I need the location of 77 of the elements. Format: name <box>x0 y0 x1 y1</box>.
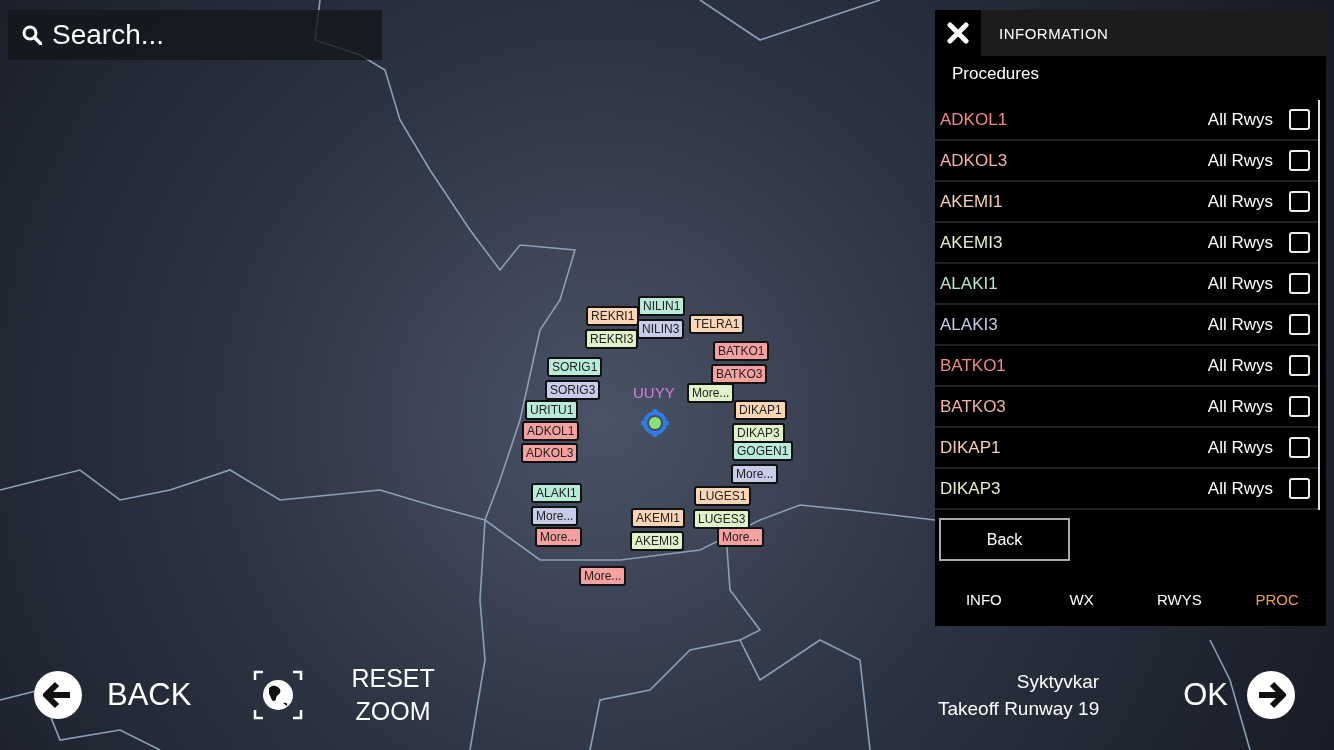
procedure-checkbox[interactable] <box>1289 273 1310 294</box>
globe-icon <box>253 670 304 720</box>
runway-text: All Rwys <box>1207 396 1273 417</box>
procedure-label[interactable]: DIKAP3 <box>732 423 785 443</box>
procedure-label[interactable]: ALAKI1 <box>531 483 582 503</box>
runway-text: All Rwys <box>1207 150 1273 171</box>
procedure-label[interactable]: LUGES3 <box>693 509 751 529</box>
procedure-label[interactable]: NILIN3 <box>637 319 685 339</box>
procedure-label[interactable]: More... <box>731 464 779 484</box>
procedure-label[interactable]: More... <box>531 506 579 526</box>
procedure-name[interactable]: ADKOL1 <box>940 109 1208 130</box>
procedure-name[interactable]: DIKAP3 <box>940 478 1208 499</box>
procedure-label[interactable]: AKEMI1 <box>631 508 685 528</box>
panel-tab[interactable]: RWYS <box>1130 585 1229 614</box>
procedure-checkbox[interactable] <box>1289 232 1310 253</box>
section-title: Procedures <box>951 63 1040 85</box>
procedure-name[interactable]: BATKO3 <box>940 396 1208 417</box>
procedure-name[interactable]: ALAKI3 <box>940 314 1208 335</box>
procedure-label[interactable]: REKRI3 <box>585 329 639 349</box>
procedure-label[interactable]: TELRA1 <box>689 314 745 334</box>
procedure-name[interactable]: ALAKI1 <box>940 273 1208 294</box>
procedure-label[interactable]: ADKOL3 <box>521 443 579 463</box>
ok-button[interactable]: OK <box>1183 670 1296 720</box>
airport-target-icon[interactable] <box>640 408 670 438</box>
procedure-checkbox[interactable] <box>1289 355 1310 376</box>
procedure-checkbox[interactable] <box>1289 150 1310 171</box>
runway-text: All Rwys <box>1207 109 1273 130</box>
runway-text: All Rwys <box>1207 191 1273 212</box>
procedure-label[interactable]: BATKO1 <box>713 341 770 361</box>
procedure-label[interactable]: REKRI1 <box>586 306 640 326</box>
procedure-checkbox[interactable] <box>1289 478 1310 499</box>
procedure-checkbox[interactable] <box>1289 191 1310 212</box>
procedure-checkbox[interactable] <box>1289 314 1310 335</box>
runway-text: All Rwys <box>1207 437 1273 458</box>
procedure-label[interactable]: GOGEN1 <box>732 441 794 461</box>
runway-text: All Rwys <box>1207 314 1273 335</box>
procedure-label[interactable]: LUGES1 <box>694 486 752 506</box>
procedure-label[interactable]: More... <box>687 383 735 403</box>
procedure-name[interactable]: DIKAP1 <box>940 437 1208 458</box>
procedure-label[interactable]: BATKO3 <box>711 364 768 384</box>
close-button[interactable] <box>935 10 981 56</box>
procedure-checkbox[interactable] <box>1289 396 1310 417</box>
close-icon <box>947 22 969 44</box>
panel-title: INFORMATION <box>999 24 1109 42</box>
procedure-name[interactable]: AKEMI3 <box>940 232 1208 253</box>
procedure-label[interactable]: DIKAP1 <box>734 400 787 420</box>
panel-tab[interactable]: WX <box>1032 585 1131 614</box>
back-button[interactable]: Back <box>939 518 1070 561</box>
reset-zoom-button[interactable]: RESET ZOOM <box>253 662 435 728</box>
procedure-label[interactable]: NILIN1 <box>638 296 686 316</box>
procedure-label[interactable]: URITU1 <box>525 400 579 420</box>
search-field[interactable]: Search... <box>8 10 382 60</box>
procedure-label[interactable]: SORIG3 <box>545 380 601 400</box>
procedure-name[interactable]: AKEMI1 <box>940 191 1208 212</box>
procedure-label[interactable]: AKEMI3 <box>630 531 684 551</box>
procedure-label[interactable]: More... <box>717 527 765 547</box>
runway-text: All Rwys <box>1207 355 1273 376</box>
runway-text: All Rwys <box>1207 478 1273 499</box>
procedure-checkbox[interactable] <box>1289 109 1310 130</box>
procedure-name[interactable]: ADKOL3 <box>940 150 1208 171</box>
arrow-left-icon <box>33 670 83 720</box>
arrow-right-icon <box>1246 670 1296 720</box>
search-icon <box>22 25 42 45</box>
panel-tab[interactable]: PROC <box>1228 585 1326 614</box>
runway-text: All Rwys <box>1207 232 1273 253</box>
airport-code: UUYY <box>633 384 675 401</box>
panel-tab[interactable]: INFO <box>935 585 1033 614</box>
procedure-label[interactable]: More... <box>535 527 583 547</box>
airport-name: Syktyvkar <box>1016 670 1100 693</box>
procedure-label[interactable]: SORIG1 <box>547 357 603 377</box>
back-button[interactable]: BACK <box>33 670 192 720</box>
procedure-label[interactable]: ADKOL1 <box>522 421 580 441</box>
runway-text: All Rwys <box>1207 273 1273 294</box>
procedure-name[interactable]: BATKO1 <box>940 355 1208 376</box>
procedure-label[interactable]: More... <box>579 566 627 586</box>
procedure-checkbox[interactable] <box>1289 437 1310 458</box>
runway-info: Takeoff Runway 19 <box>937 697 1100 720</box>
